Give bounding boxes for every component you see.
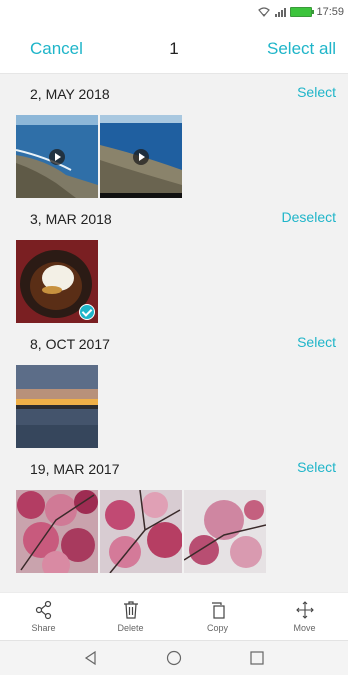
gallery-select-screen: 17:59 Cancel 1 Select all 2, MAY 2018 Se… (0, 0, 348, 675)
delete-button[interactable]: Delete (96, 600, 166, 633)
select-all-button[interactable]: Select all (267, 39, 336, 59)
group-select-button[interactable]: Select (297, 459, 336, 475)
date-group: 2, MAY 2018 Select (0, 74, 348, 199)
status-time: 17:59 (316, 6, 344, 18)
photo-thumbnail[interactable] (100, 490, 182, 573)
signal-icon (274, 7, 287, 17)
date-group: 19, MAR 2017 Select (0, 449, 348, 574)
share-label: Share (31, 623, 56, 633)
delete-label: Delete (117, 623, 144, 633)
group-date: 19, MAR 2017 (30, 461, 120, 477)
share-button[interactable]: Share (9, 600, 79, 633)
wifi-icon (258, 7, 271, 17)
group-date: 8, OCT 2017 (30, 336, 110, 352)
video-thumbnail[interactable] (100, 115, 182, 198)
photo-thumbnail[interactable] (184, 490, 266, 573)
group-date: 2, MAY 2018 (30, 86, 110, 102)
photo-thumbnail[interactable] (16, 365, 98, 448)
move-label: Move (293, 623, 316, 633)
group-header: 8, OCT 2017 Select (0, 324, 348, 365)
group-header: 3, MAR 2018 Deselect (0, 199, 348, 240)
system-nav-bar (0, 640, 348, 675)
trash-icon (123, 601, 138, 619)
thumbnail-row (0, 365, 348, 449)
date-group: 8, OCT 2017 Select (0, 324, 348, 449)
back-icon[interactable] (83, 650, 99, 666)
group-date: 3, MAR 2018 (30, 211, 112, 227)
battery-icon (290, 7, 315, 17)
move-icon (295, 601, 314, 619)
move-button[interactable]: Move (270, 600, 340, 633)
group-select-button[interactable]: Select (297, 334, 336, 350)
play-icon (133, 148, 149, 165)
bottom-action-bar: Share Delete Copy Move (0, 592, 348, 640)
copy-button[interactable]: Copy (183, 600, 253, 633)
photo-list[interactable]: 2, MAY 2018 Select 3, MAR 2018 Deselect … (0, 74, 348, 592)
share-icon (35, 600, 51, 620)
cancel-button[interactable]: Cancel (30, 39, 83, 59)
recents-icon[interactable] (249, 650, 265, 666)
copy-icon (211, 602, 225, 619)
date-group: 3, MAR 2018 Deselect (0, 199, 348, 324)
copy-label: Copy (206, 623, 228, 633)
photo-thumbnail[interactable] (16, 240, 98, 323)
play-icon (49, 148, 65, 165)
status-bar: 17:59 (0, 0, 348, 24)
photo-thumbnail[interactable] (16, 490, 98, 573)
thumbnail-row (0, 240, 348, 324)
group-deselect-button[interactable]: Deselect (282, 209, 336, 225)
selection-toolbar: Cancel 1 Select all (0, 24, 348, 74)
group-select-button[interactable]: Select (297, 84, 336, 100)
group-header: 2, MAY 2018 Select (0, 74, 348, 115)
thumbnail-row (0, 115, 348, 199)
video-thumbnail[interactable] (16, 115, 98, 198)
group-header: 19, MAR 2017 Select (0, 449, 348, 490)
selected-check-icon (79, 304, 95, 320)
thumbnail-row (0, 490, 348, 574)
home-icon[interactable] (166, 650, 182, 666)
